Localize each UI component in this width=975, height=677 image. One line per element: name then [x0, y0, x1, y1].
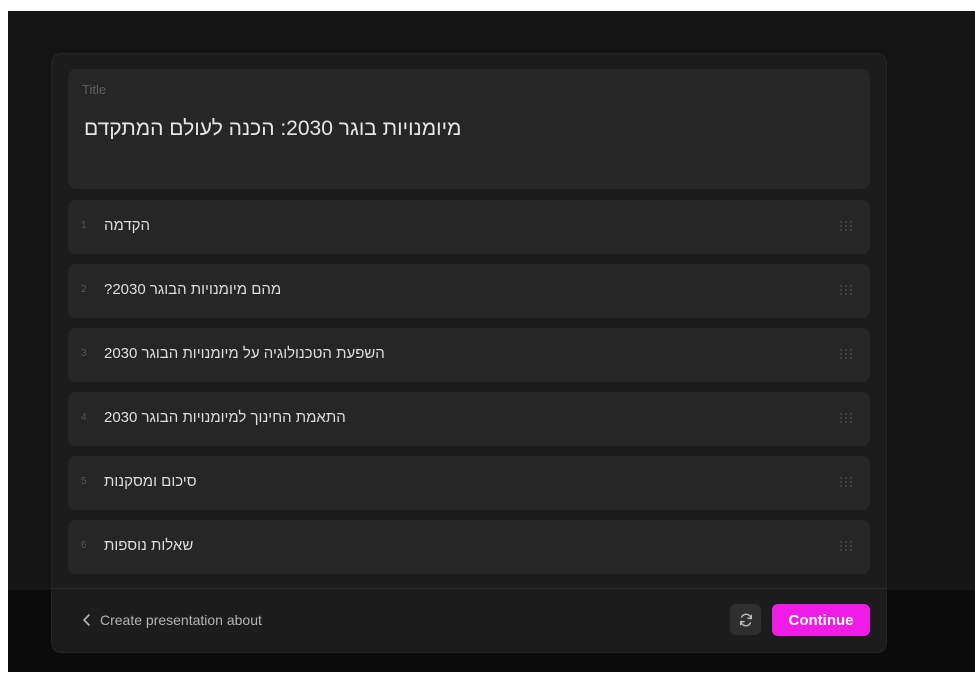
drag-handle-icon[interactable]	[840, 477, 856, 489]
outline-item-text[interactable]: השפעת הטכנולוגיה על מיומנויות הבוגר 2030	[104, 345, 385, 362]
outline-item[interactable]: 6 שאלות נוספות	[68, 520, 870, 574]
continue-button[interactable]: Continue	[772, 604, 870, 636]
title-label: Title	[82, 82, 107, 97]
regenerate-button[interactable]	[730, 604, 761, 635]
outline-item-text[interactable]: מהם מיומנויות הבוגר 2030?	[104, 281, 281, 298]
outline-item-text[interactable]: הקדמה	[104, 217, 150, 234]
outline-item-number: 2	[81, 284, 87, 295]
outline-item[interactable]: 4 התאמת החינוך למיומנויות הבוגר 2030	[68, 392, 870, 446]
outline-item[interactable]: 1 הקדמה	[68, 200, 870, 254]
outline-item-number: 4	[81, 412, 87, 423]
outline-item-text[interactable]: סיכום ומסקנות	[104, 473, 197, 490]
outline-item-number: 1	[81, 220, 87, 231]
back-button-label: Create presentation about	[100, 612, 262, 628]
title-input[interactable]: מיומנויות בוגר 2030: הכנה לעולם המתקדם	[84, 117, 462, 141]
outline-item-number: 5	[81, 476, 87, 487]
outline-item-text[interactable]: התאמת החינוך למיומנויות הבוגר 2030	[104, 409, 346, 426]
chevron-left-icon	[83, 614, 90, 626]
drag-handle-icon[interactable]	[840, 413, 856, 425]
outline-item-text[interactable]: שאלות נוספות	[104, 537, 193, 554]
drag-handle-icon[interactable]	[840, 285, 856, 297]
title-card[interactable]: Title מיומנויות בוגר 2030: הכנה לעולם המ…	[68, 69, 870, 189]
outline-item[interactable]: 5 סיכום ומסקנות	[68, 456, 870, 510]
back-button[interactable]: Create presentation about	[80, 612, 262, 628]
outline-item[interactable]: 2 מהם מיומנויות הבוגר 2030?	[68, 264, 870, 318]
outline-modal: Title מיומנויות בוגר 2030: הכנה לעולם המ…	[51, 53, 887, 653]
drag-handle-icon[interactable]	[840, 221, 856, 233]
outline-item-number: 3	[81, 348, 87, 359]
outline-item[interactable]: 3 השפעת הטכנולוגיה על מיומנויות הבוגר 20…	[68, 328, 870, 382]
refresh-icon	[739, 613, 752, 626]
outline-item-number: 6	[81, 540, 87, 551]
drag-handle-icon[interactable]	[840, 541, 856, 553]
footer-divider	[52, 588, 886, 589]
drag-handle-icon[interactable]	[840, 349, 856, 361]
